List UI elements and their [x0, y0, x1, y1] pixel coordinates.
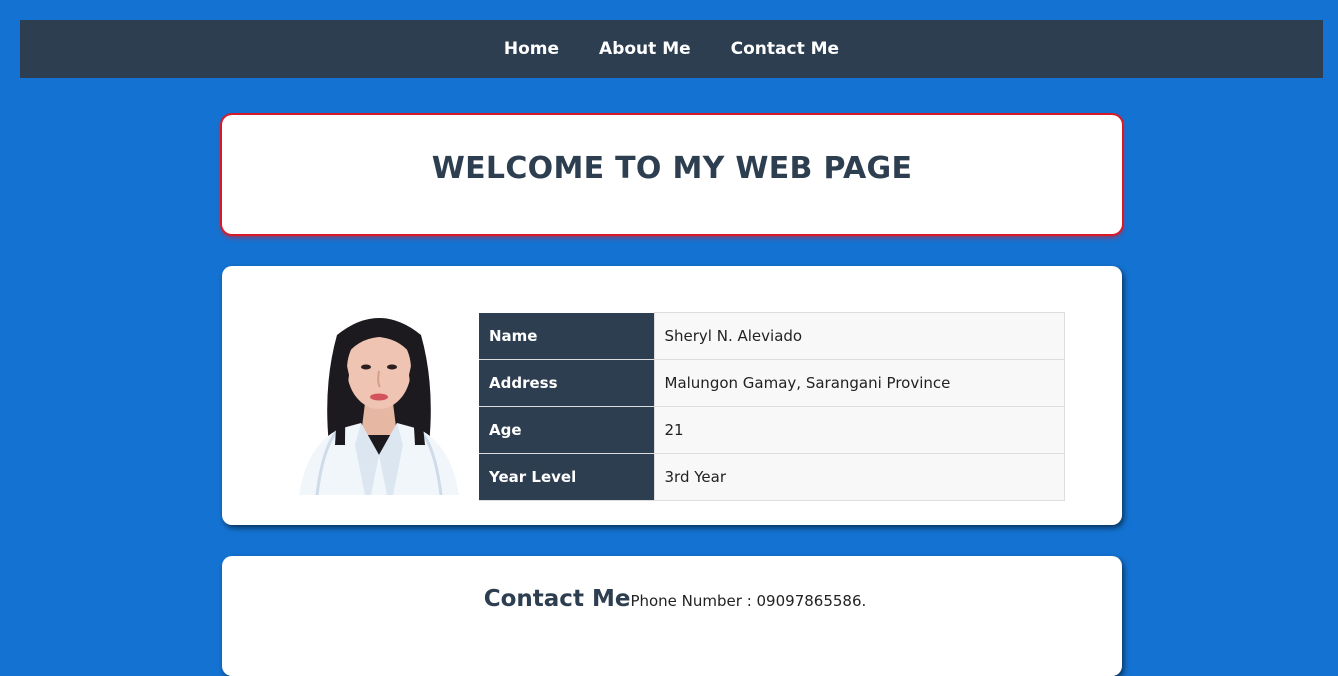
nav-link-contact-me[interactable]: Contact Me	[731, 39, 839, 59]
table-row: Address Malungon Gamay, Sarangani Provin…	[479, 359, 1065, 407]
row-value-name: Sheryl N. Aleviado	[653, 312, 1065, 360]
profile-photo-image	[279, 295, 479, 495]
profile-photo	[279, 295, 479, 495]
contact-line: Contact MePhone Number : 09097865586.	[222, 586, 1122, 612]
nav-link-about-me[interactable]: About Me	[599, 39, 691, 59]
top-nav: Home About Me Contact Me	[20, 20, 1323, 78]
row-label-year-level: Year Level	[479, 453, 654, 501]
row-label-age: Age	[479, 406, 654, 454]
row-value-age: 21	[653, 406, 1065, 454]
welcome-card: WELCOME TO MY WEB PAGE	[222, 115, 1122, 234]
table-row: Year Level 3rd Year	[479, 453, 1065, 501]
nav-link-home[interactable]: Home	[504, 39, 559, 59]
welcome-title: WELCOME TO MY WEB PAGE	[431, 151, 913, 186]
row-label-name: Name	[479, 312, 654, 360]
row-value-address: Malungon Gamay, Sarangani Province	[653, 359, 1065, 407]
contact-card: Contact MePhone Number : 09097865586.	[222, 556, 1122, 676]
profile-info-table: Name Sheryl N. Aleviado Address Malungon…	[479, 312, 1065, 501]
table-row: Name Sheryl N. Aleviado	[479, 312, 1065, 360]
contact-phone: Phone Number : 09097865586.	[630, 592, 867, 610]
contact-heading: Contact Me	[483, 586, 631, 612]
row-label-address: Address	[479, 359, 654, 407]
profile-card: Name Sheryl N. Aleviado Address Malungon…	[222, 266, 1122, 525]
table-row: Age 21	[479, 406, 1065, 454]
row-value-year-level: 3rd Year	[653, 453, 1065, 501]
